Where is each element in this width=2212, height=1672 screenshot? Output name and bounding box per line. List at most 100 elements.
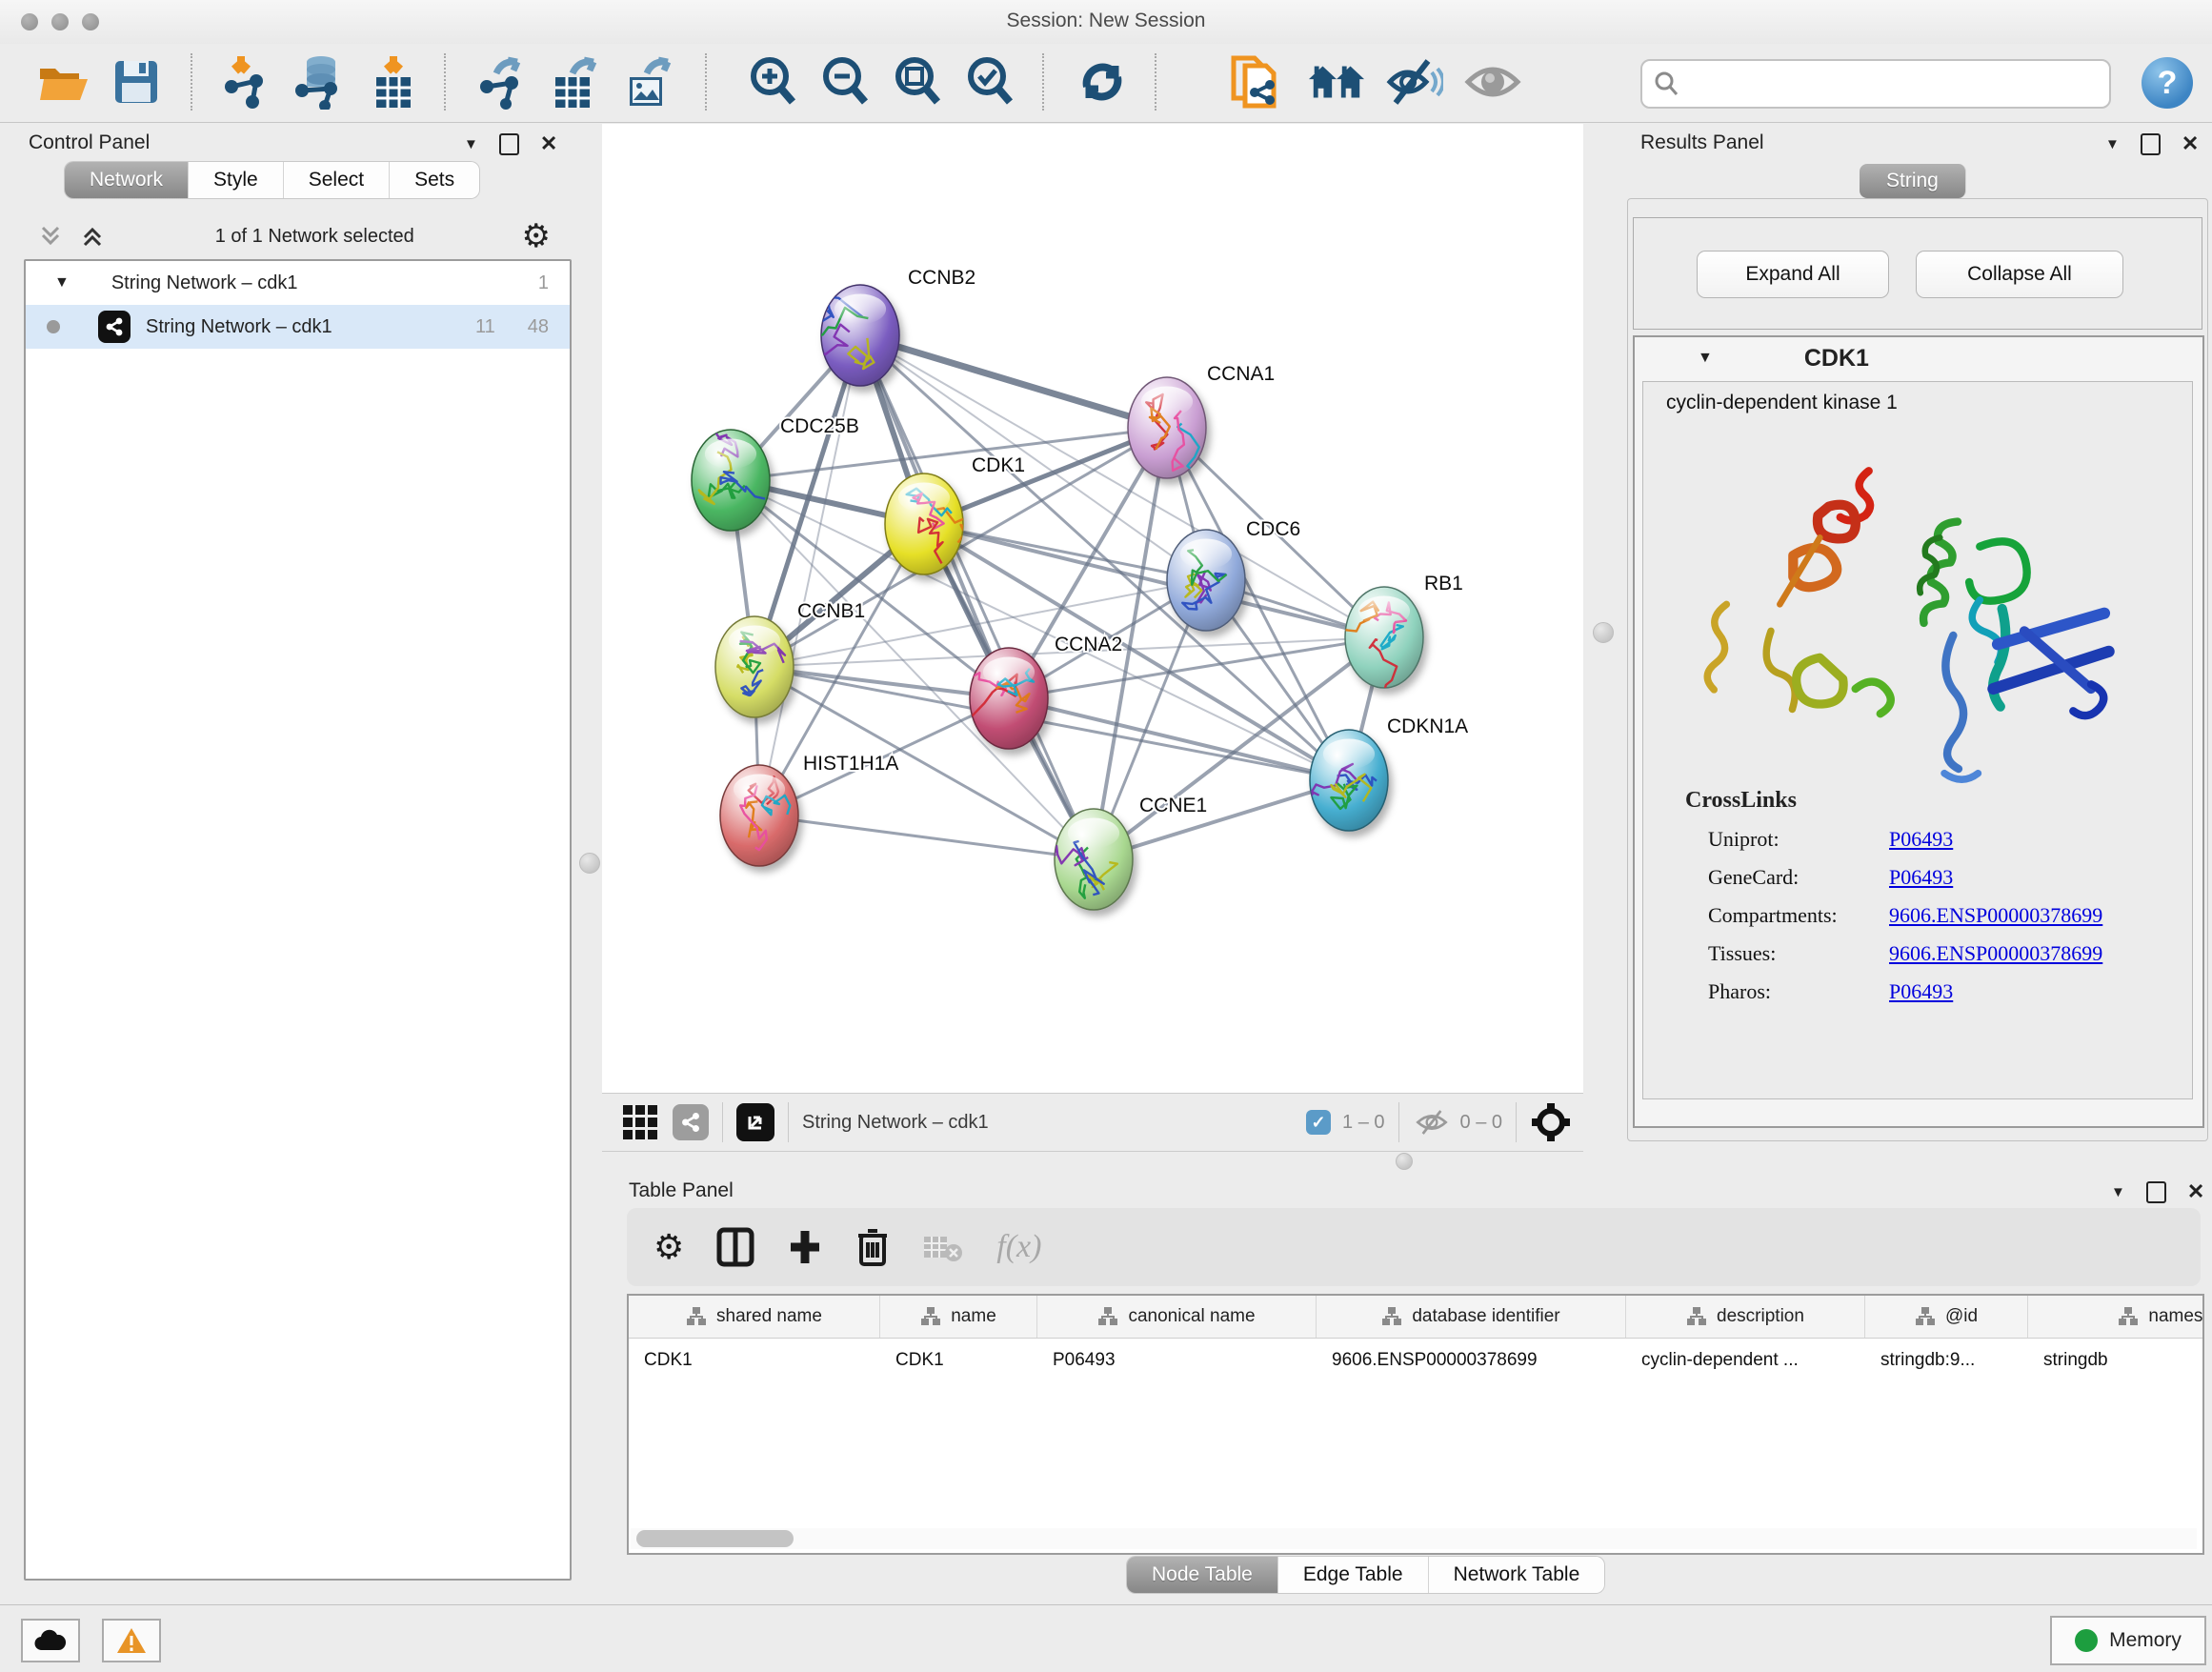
warnings-button[interactable] xyxy=(102,1619,161,1662)
panel-close-icon[interactable]: ✕ xyxy=(2187,1179,2204,1204)
expand-all-icon[interactable] xyxy=(79,223,108,250)
table-cell[interactable]: 9606.ENSP00000378699 xyxy=(1317,1350,1626,1371)
apply-layout-button[interactable] xyxy=(1073,51,1132,112)
entry-expand-icon[interactable]: ▼ xyxy=(1698,350,1713,367)
column-header-namespace[interactable]: namespace xyxy=(2028,1296,2204,1338)
left-splitter-handle[interactable] xyxy=(579,853,600,874)
collapse-all-button[interactable]: Collapse All xyxy=(1916,251,2123,298)
tree-expand-icon[interactable]: ▼ xyxy=(54,274,70,292)
export-image-button[interactable] xyxy=(619,51,678,112)
hidden-eye-icon[interactable] xyxy=(1413,1107,1451,1138)
crosslink-value-link[interactable]: P06493 xyxy=(1889,979,1953,1004)
search-input[interactable] xyxy=(1686,65,2100,101)
selected-checkbox-icon[interactable]: ✓ xyxy=(1306,1110,1331,1135)
collapse-all-icon[interactable] xyxy=(37,223,66,250)
network-collection-row[interactable]: ▼ String Network – cdk1 1 xyxy=(26,261,570,305)
hide-selected-button[interactable] xyxy=(1385,51,1444,112)
delete-column-icon[interactable] xyxy=(855,1226,890,1268)
crosslink-value-link[interactable]: 9606.ENSP00000378699 xyxy=(1889,941,2102,966)
table-panel-controls: ▼ ✕ xyxy=(2111,1179,2204,1204)
table-options-gear-icon[interactable]: ⚙ xyxy=(654,1227,684,1267)
string-view-icon[interactable] xyxy=(673,1104,709,1140)
import-table-button[interactable] xyxy=(364,51,423,112)
scrollbar-thumb[interactable] xyxy=(636,1530,794,1547)
panel-collapse-icon[interactable]: ▼ xyxy=(2105,136,2120,152)
results-entry-header[interactable]: ▼ CDK1 xyxy=(1635,337,2202,379)
tab-sets[interactable]: Sets xyxy=(390,162,479,198)
crosslink-value-link[interactable]: P06493 xyxy=(1889,865,1953,890)
show-columns-icon[interactable] xyxy=(716,1226,754,1268)
node-table[interactable]: shared namenamecanonical namedatabase id… xyxy=(627,1294,2204,1555)
network-canvas[interactable]: CCNB2CCNA1CDC25BCDK1CDC6RB1CCNB1CCNA2CDK… xyxy=(602,124,1583,1093)
panel-float-icon[interactable] xyxy=(2146,1181,2166,1203)
panel-collapse-icon[interactable]: ▼ xyxy=(464,136,478,152)
tab-network[interactable]: Network xyxy=(65,162,189,198)
network-node-CCNB1 xyxy=(715,616,794,717)
open-session-button[interactable] xyxy=(34,51,93,112)
panel-float-icon[interactable] xyxy=(499,133,519,155)
table-cell[interactable]: CDK1 xyxy=(629,1350,880,1371)
expand-all-button[interactable]: Expand All xyxy=(1697,251,1889,298)
table-cell[interactable]: stringdb xyxy=(2028,1350,2204,1371)
column-header-name[interactable]: name xyxy=(880,1296,1037,1338)
memory-button[interactable]: Memory xyxy=(2050,1616,2206,1665)
network-node-HIST1H1A xyxy=(720,765,798,866)
search-field[interactable] xyxy=(1640,59,2111,109)
network-node-RB1 xyxy=(1330,587,1423,712)
table-cell[interactable]: CDK1 xyxy=(880,1350,1037,1371)
table-horizontal-scrollbar[interactable] xyxy=(631,1528,2197,1549)
open-in-string-icon[interactable] xyxy=(736,1103,774,1141)
export-table-button[interactable] xyxy=(545,51,604,112)
panel-close-icon[interactable]: ✕ xyxy=(2182,131,2199,156)
tab-network-table[interactable]: Network Table xyxy=(1429,1557,1605,1593)
zoom-selected-button[interactable] xyxy=(960,51,1019,112)
import-network-database-button[interactable] xyxy=(290,51,349,112)
column-header-database-identifier[interactable]: database identifier xyxy=(1317,1296,1626,1338)
column-header-description[interactable]: description xyxy=(1626,1296,1865,1338)
table-row[interactable]: CDK1CDK1P064939606.ENSP00000378699cyclin… xyxy=(629,1339,2202,1382)
crosslink-row: Tissues:9606.ENSP00000378699 xyxy=(1708,941,2192,966)
table-cell[interactable]: P06493 xyxy=(1037,1350,1317,1371)
import-network-file-button[interactable] xyxy=(215,51,274,112)
center-view-icon[interactable] xyxy=(1530,1101,1572,1143)
panel-float-icon[interactable] xyxy=(2141,133,2161,155)
table-cell[interactable]: stringdb:9... xyxy=(1865,1350,2028,1371)
column-header-canonical-name[interactable]: canonical name xyxy=(1037,1296,1317,1338)
network-row[interactable]: String Network – cdk1 11 48 xyxy=(26,305,570,349)
panel-close-icon[interactable]: ✕ xyxy=(540,131,557,156)
right-splitter-handle[interactable] xyxy=(1593,622,1614,643)
tab-string[interactable]: String xyxy=(1860,164,1966,198)
table-header-row: shared namenamecanonical namedatabase id… xyxy=(629,1296,2202,1339)
column-header--id[interactable]: @id xyxy=(1865,1296,2028,1338)
zoom-in-button[interactable] xyxy=(743,51,802,112)
control-panel-tabs: Network Style Select Sets xyxy=(65,162,479,198)
new-network-from-selection-button[interactable] xyxy=(1227,51,1286,112)
network-node-CDKN1A xyxy=(1304,730,1388,831)
network-selection-status: 1 of 1 Network selected xyxy=(108,226,522,248)
crosslink-value-link[interactable]: P06493 xyxy=(1889,827,1953,852)
crosslink-value-link[interactable]: 9606.ENSP00000378699 xyxy=(1889,903,2102,928)
column-header-shared-name[interactable]: shared name xyxy=(629,1296,880,1338)
network-node-CCNE1 xyxy=(1054,809,1133,910)
table-cell[interactable]: cyclin-dependent ... xyxy=(1626,1350,1865,1371)
panel-collapse-icon[interactable]: ▼ xyxy=(2111,1184,2125,1200)
show-all-button[interactable] xyxy=(1463,51,1522,112)
export-network-button[interactable] xyxy=(471,51,530,112)
bottom-splitter-handle[interactable] xyxy=(1396,1153,1413,1170)
network-options-gear-icon[interactable]: ⚙ xyxy=(522,217,551,255)
help-button[interactable]: ? xyxy=(2142,57,2193,109)
tab-edge-table[interactable]: Edge Table xyxy=(1278,1557,1429,1593)
table-toolbar: ⚙ f(x) xyxy=(627,1208,2201,1286)
tab-select[interactable]: Select xyxy=(284,162,390,198)
export-table-icon xyxy=(550,54,599,110)
zoom-out-button[interactable] xyxy=(815,51,875,112)
zoom-fit-button[interactable] xyxy=(888,51,947,112)
tab-node-table[interactable]: Node Table xyxy=(1127,1557,1278,1593)
entry-description: cyclin-dependent kinase 1 xyxy=(1666,392,1898,414)
cloud-button[interactable] xyxy=(21,1619,80,1662)
birdseye-grid-icon[interactable] xyxy=(623,1105,657,1139)
save-session-button[interactable] xyxy=(107,51,166,112)
add-column-icon[interactable] xyxy=(787,1227,823,1267)
first-neighbors-button[interactable] xyxy=(1307,51,1366,112)
tab-style[interactable]: Style xyxy=(189,162,284,198)
